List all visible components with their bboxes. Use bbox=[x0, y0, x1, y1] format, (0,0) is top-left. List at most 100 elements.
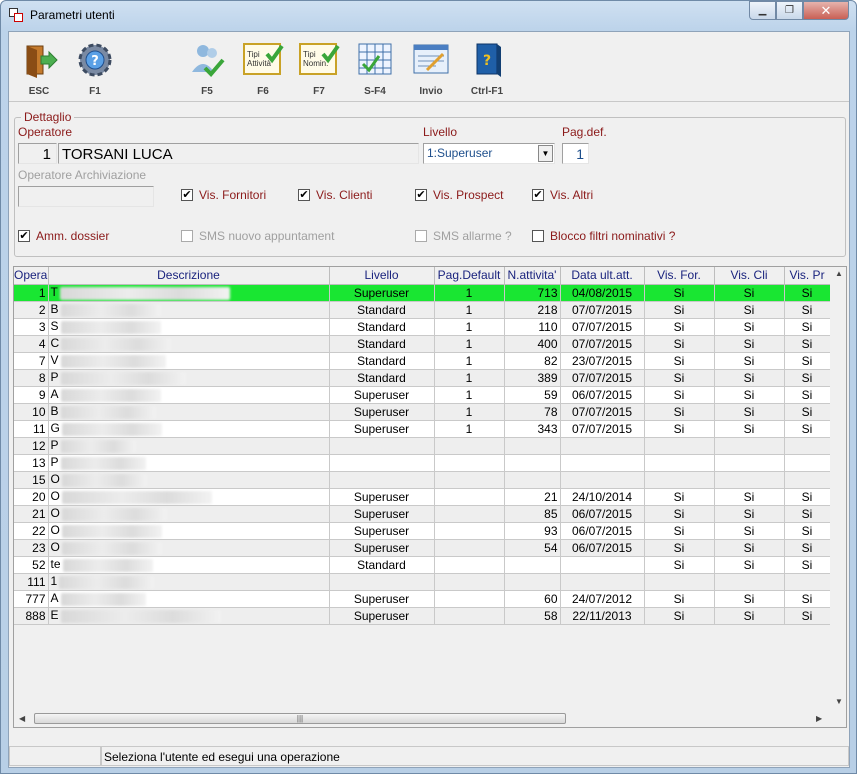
table-row[interactable]: 4 C Standard 1 400 07/07/2015 Si Si Si bbox=[14, 335, 831, 353]
table-row[interactable]: 111 1 bbox=[14, 573, 831, 591]
column-header[interactable]: Opera bbox=[14, 267, 49, 285]
redacted-name bbox=[62, 558, 153, 572]
close-button[interactable]: ✕ bbox=[803, 1, 849, 20]
column-header[interactable]: Pag.Default bbox=[434, 267, 505, 285]
edit-form-icon bbox=[403, 40, 459, 80]
table-row[interactable]: 1 T Superuser 1 713 04/08/2015 Si Si Si bbox=[14, 284, 831, 302]
table-cell: te bbox=[48, 556, 330, 574]
table-cell: 12 bbox=[14, 437, 49, 455]
table-row[interactable]: 2 B Standard 1 218 07/07/2015 Si Si Si bbox=[14, 301, 831, 319]
toolbar-button-label: F5 bbox=[201, 86, 213, 97]
table-cell: 59 bbox=[504, 386, 561, 404]
table-cell: Superuser bbox=[329, 522, 435, 540]
vis-prospect-checkbox[interactable]: ✔ Vis. Prospect bbox=[415, 188, 503, 202]
scrollbar-thumb[interactable]: ||| bbox=[34, 713, 566, 724]
table-row[interactable]: 12 P bbox=[14, 437, 831, 455]
table-row[interactable]: 11 G Superuser 1 343 07/07/2015 Si Si Si bbox=[14, 420, 831, 438]
table-row[interactable]: 9 A Superuser 1 59 06/07/2015 Si Si Si bbox=[14, 386, 831, 404]
pagdef-field[interactable]: 1 bbox=[562, 143, 589, 164]
table-row[interactable]: 21 O Superuser 85 06/07/2015 Si Si Si bbox=[14, 505, 831, 523]
table-row[interactable]: 23 O Superuser 54 06/07/2015 Si Si Si bbox=[14, 539, 831, 557]
table-cell: 7 bbox=[14, 352, 49, 370]
toolbar-button-invio[interactable]: Invio bbox=[403, 36, 459, 100]
archiviazione-field[interactable] bbox=[18, 186, 154, 207]
table-cell: E bbox=[48, 607, 330, 625]
vis-clienti-checkbox[interactable]: ✔ Vis. Clienti bbox=[298, 188, 372, 202]
toolbar-button-f5[interactable]: F5 bbox=[179, 36, 235, 100]
table-row[interactable]: 3 S Standard 1 110 07/07/2015 Si Si Si bbox=[14, 318, 831, 336]
redacted-name bbox=[59, 286, 230, 300]
operatore-name-field[interactable]: TORSANI LUCA bbox=[58, 143, 419, 164]
table-cell bbox=[714, 573, 785, 591]
chevron-down-icon[interactable]: ▼ bbox=[538, 145, 553, 162]
table-cell: Si bbox=[784, 539, 831, 557]
table-row[interactable]: 20 O Superuser 21 24/10/2014 Si Si Si bbox=[14, 488, 831, 506]
table-cell: Superuser bbox=[329, 403, 435, 421]
column-header[interactable]: Vis. Cli bbox=[714, 267, 785, 285]
column-header[interactable]: Vis. For. bbox=[644, 267, 715, 285]
column-header[interactable]: Livello bbox=[329, 267, 435, 285]
svg-text:?: ? bbox=[483, 53, 491, 69]
table-row[interactable]: 15 O bbox=[14, 471, 831, 489]
table-cell: 06/07/2015 bbox=[560, 522, 645, 540]
redacted-name bbox=[61, 422, 162, 436]
pagdef-label: Pag.def. bbox=[562, 125, 607, 139]
vertical-scrollbar[interactable]: ▲ ▼ bbox=[830, 267, 846, 709]
table-row[interactable]: 7 V Standard 1 82 23/07/2015 Si Si Si bbox=[14, 352, 831, 370]
blocco-filtri-checkbox[interactable]: Blocco filtri nominativi ? bbox=[532, 229, 675, 243]
table-row[interactable]: 777 A Superuser 60 24/07/2012 Si Si Si bbox=[14, 590, 831, 608]
table-row[interactable]: 52 te Standard Si Si Si bbox=[14, 556, 831, 574]
toolbar-button-label: Invio bbox=[419, 86, 443, 97]
checkbox-box: ✔ bbox=[415, 189, 427, 201]
toolbar-button-s-f4[interactable]: S-F4 bbox=[347, 36, 403, 100]
scroll-down-icon[interactable]: ▼ bbox=[835, 697, 843, 706]
table-cell: P bbox=[48, 454, 330, 472]
redacted-name bbox=[61, 473, 147, 487]
table-cell: 52 bbox=[14, 556, 49, 574]
toolbar-button-f1[interactable]: ? F1 bbox=[67, 36, 123, 100]
vis-altri-checkbox[interactable]: ✔ Vis. Altri bbox=[532, 188, 593, 202]
table-cell: 1 bbox=[48, 573, 330, 591]
table-cell bbox=[504, 437, 561, 455]
column-header[interactable]: Vis. Pr bbox=[784, 267, 831, 285]
column-header[interactable]: Descrizione bbox=[48, 267, 330, 285]
status-text: Seleziona l'utente ed esegui una operazi… bbox=[101, 746, 849, 766]
scroll-left-icon[interactable]: ◀ bbox=[19, 714, 25, 723]
toolbar-button-ctrl-f1[interactable]: ? Ctrl-F1 bbox=[459, 36, 515, 100]
table-cell: 82 bbox=[504, 352, 561, 370]
toolbar-button-f7[interactable]: Tipi Nomin. F7 bbox=[291, 36, 347, 100]
table-cell: V bbox=[48, 352, 330, 370]
amm-dossier-label: Amm. dossier bbox=[36, 229, 110, 243]
toolbar-button-esc[interactable]: ESC bbox=[11, 36, 67, 100]
amm-dossier-checkbox[interactable]: ✔ Amm. dossier bbox=[18, 229, 109, 243]
maximize-button[interactable]: ❐ bbox=[776, 1, 803, 20]
table-row[interactable]: 888 E Superuser 58 22/11/2013 Si Si Si bbox=[14, 607, 831, 625]
operatore-id-field[interactable]: 1 bbox=[18, 143, 57, 164]
toolbar-button-f6[interactable]: Tipi Attività F6 bbox=[235, 36, 291, 100]
redacted-name bbox=[60, 303, 161, 317]
table-cell: 1 bbox=[434, 318, 505, 336]
column-header[interactable]: N.attivita' bbox=[504, 267, 561, 285]
table-row[interactable]: 13 P bbox=[14, 454, 831, 472]
sms-appuntamento-checkbox[interactable]: SMS nuovo appuntament bbox=[181, 229, 334, 243]
column-header[interactable]: Data ult.att. bbox=[560, 267, 645, 285]
table-cell: Standard bbox=[329, 301, 435, 319]
table-cell: Si bbox=[644, 318, 715, 336]
minimize-button[interactable]: ▁ bbox=[749, 1, 776, 20]
table-row[interactable]: 22 O Superuser 93 06/07/2015 Si Si Si bbox=[14, 522, 831, 540]
horizontal-scrollbar[interactable]: ◀ ||| ▶ bbox=[14, 710, 830, 727]
scroll-right-icon[interactable]: ▶ bbox=[816, 714, 822, 723]
table-cell: 888 bbox=[14, 607, 49, 625]
table-cell bbox=[329, 437, 435, 455]
scroll-up-icon[interactable]: ▲ bbox=[835, 269, 843, 278]
table-cell: Si bbox=[644, 403, 715, 421]
table-cell: Superuser bbox=[329, 505, 435, 523]
table-cell bbox=[434, 607, 505, 625]
table-cell bbox=[784, 437, 831, 455]
livello-select[interactable]: 1:Superuser ▼ bbox=[423, 143, 555, 164]
table-cell: Si bbox=[714, 488, 785, 506]
vis-fornitori-checkbox[interactable]: ✔ Vis. Fornitori bbox=[181, 188, 266, 202]
table-row[interactable]: 10 B Superuser 1 78 07/07/2015 Si Si Si bbox=[14, 403, 831, 421]
table-row[interactable]: 8 P Standard 1 389 07/07/2015 Si Si Si bbox=[14, 369, 831, 387]
sms-allarme-checkbox[interactable]: SMS allarme ? bbox=[415, 229, 512, 243]
